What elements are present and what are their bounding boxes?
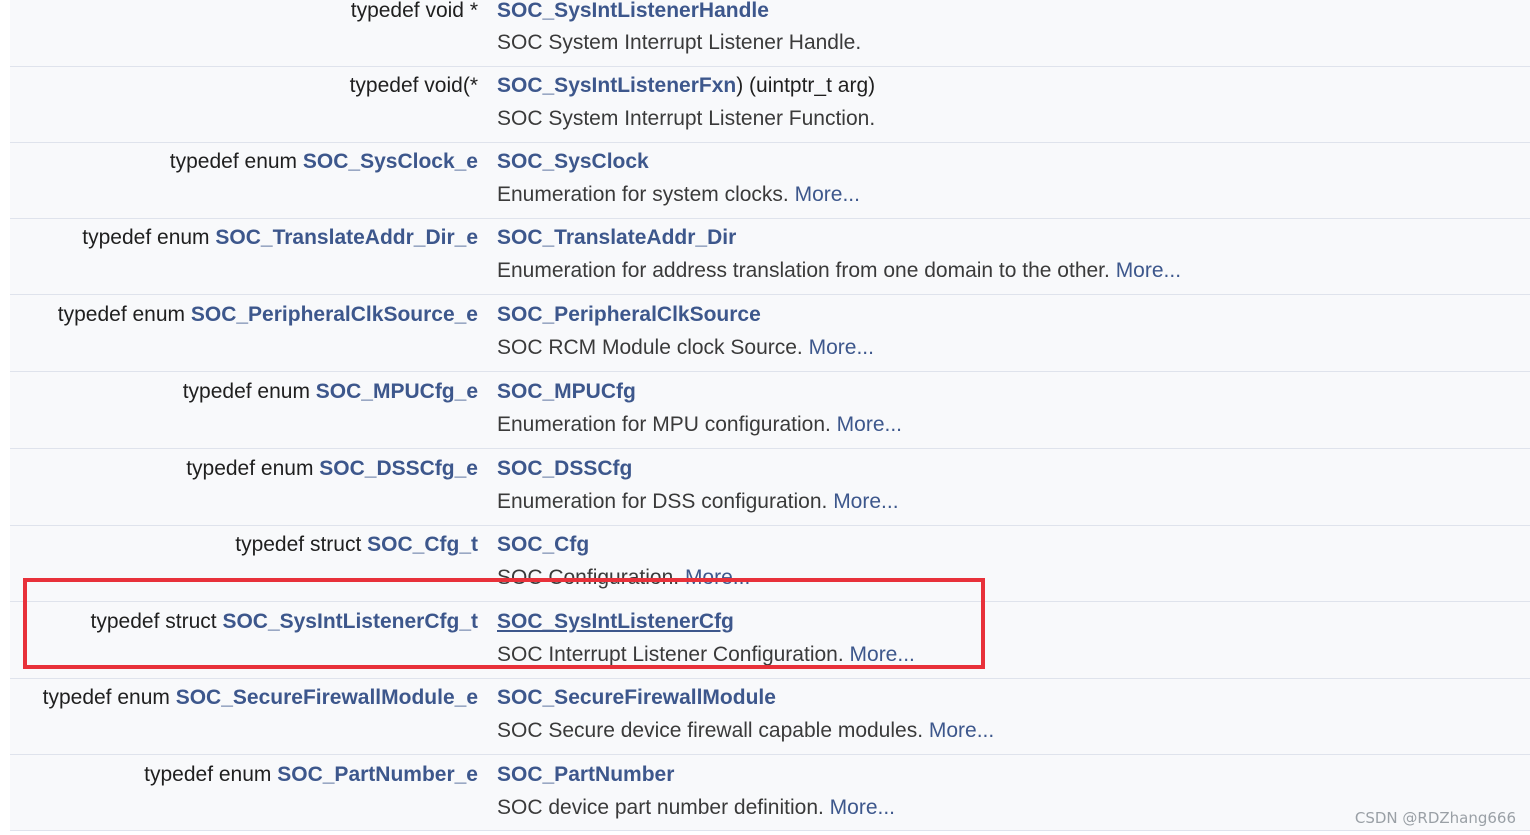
typedef-type-link[interactable]: SOC_PeripheralClkSource_e [191, 303, 478, 326]
member-line: SOC_SysIntListenerHandle [497, 0, 769, 24]
description-text: SOC System Interrupt Listener Function. [497, 107, 876, 130]
table-row: typedef void * SOC_SysIntListenerHandle … [10, 0, 1530, 67]
description-text: SOC Secure device firewall capable modul… [497, 719, 929, 742]
typedef-declaration: typedef enum SOC_TranslateAddr_Dir_e [82, 225, 478, 251]
table-row: typedef struct SOC_SysIntListenerCfg_t S… [10, 602, 1530, 679]
member-suffix: ) (uintptr_t arg) [736, 74, 876, 97]
description-text: Enumeration for address translation from… [497, 259, 1116, 282]
table-row: typedef enum SOC_PartNumber_e SOC_PartNu… [10, 755, 1530, 831]
typedef-prefix: typedef enum [57, 303, 191, 326]
typedef-prefix: typedef enum [169, 150, 303, 173]
member-description: Enumeration for DSS configuration. More.… [497, 489, 899, 515]
member-link[interactable]: SOC_SysIntListenerHandle [497, 0, 769, 22]
typedef-declaration: typedef void * [351, 0, 478, 24]
typedef-type-link[interactable]: SOC_SecureFirewallModule_e [176, 686, 478, 709]
description-text: Enumeration for DSS configuration. [497, 490, 834, 513]
typedef-prefix: typedef struct [90, 610, 223, 633]
description-text: SOC device part number definition. [497, 796, 830, 819]
description-text: Enumeration for MPU configuration. [497, 413, 837, 436]
member-line: SOC_MPUCfg [497, 379, 636, 405]
more-link[interactable]: More... [685, 566, 750, 589]
member-description: SOC Secure device firewall capable modul… [497, 718, 994, 744]
member-line: SOC_SecureFirewallModule [497, 685, 776, 711]
member-description: SOC RCM Module clock Source. More... [497, 335, 874, 361]
more-link[interactable]: More... [833, 490, 898, 513]
member-link[interactable]: SOC_DSSCfg [497, 457, 632, 480]
typedef-type-link[interactable]: SOC_Cfg_t [367, 533, 478, 556]
typedef-declaration: typedef void(* [350, 73, 478, 99]
table-row: typedef enum SOC_DSSCfg_e SOC_DSSCfg Enu… [10, 449, 1530, 526]
member-link[interactable]: SOC_SecureFirewallModule [497, 686, 776, 709]
typedef-declaration: typedef enum SOC_DSSCfg_e [186, 456, 478, 482]
description-text: SOC System Interrupt Listener Handle. [497, 31, 862, 54]
member-line: SOC_TranslateAddr_Dir [497, 225, 736, 251]
typedef-type-link[interactable]: SOC_SysClock_e [303, 150, 478, 173]
member-line: SOC_Cfg [497, 532, 589, 558]
typedef-type-link[interactable]: SOC_TranslateAddr_Dir_e [215, 226, 478, 249]
member-link[interactable]: SOC_TranslateAddr_Dir [497, 226, 736, 249]
member-link[interactable]: SOC_PartNumber [497, 763, 674, 786]
more-link[interactable]: More... [795, 183, 860, 206]
typedef-declaration: typedef enum SOC_SysClock_e [170, 149, 478, 175]
member-description: Enumeration for MPU configuration. More.… [497, 412, 902, 438]
typedef-prefix: typedef void(* [349, 74, 478, 97]
member-link[interactable]: SOC_SysIntListenerCfg [497, 610, 734, 633]
description-text: SOC Interrupt Listener Configuration. [497, 643, 850, 666]
description-text: SOC Configuration. [497, 566, 685, 589]
member-description: SOC device part number definition. More.… [497, 795, 895, 821]
doxygen-typedef-table: typedef void * SOC_SysIntListenerHandle … [0, 0, 1530, 835]
table-row: typedef enum SOC_PeripheralClkSource_e S… [10, 295, 1530, 372]
more-link[interactable]: More... [830, 796, 895, 819]
more-link[interactable]: More... [929, 719, 994, 742]
member-line: SOC_SysIntListenerFxn) (uintptr_t arg) [497, 73, 875, 99]
member-link[interactable]: SOC_Cfg [497, 533, 589, 556]
typedef-prefix: typedef enum [186, 457, 320, 480]
typedef-declaration: typedef enum SOC_PartNumber_e [144, 762, 478, 788]
more-link[interactable]: More... [850, 643, 915, 666]
member-description: SOC System Interrupt Listener Handle. [497, 30, 861, 56]
typedef-prefix: typedef enum [82, 226, 216, 249]
typedef-type-link[interactable]: SOC_SysIntListenerCfg_t [222, 610, 478, 633]
more-link[interactable]: More... [809, 336, 874, 359]
typedef-prefix: typedef enum [42, 686, 176, 709]
typedef-prefix: typedef struct [235, 533, 368, 556]
table-row: typedef enum SOC_SecureFirewallModule_e … [10, 679, 1530, 755]
typedef-declaration: typedef enum SOC_MPUCfg_e [183, 379, 478, 405]
more-link[interactable]: More... [1116, 259, 1181, 282]
member-link[interactable]: SOC_SysClock [497, 150, 649, 173]
member-description: Enumeration for system clocks. More... [497, 182, 860, 208]
typedef-type-link[interactable]: SOC_MPUCfg_e [316, 380, 478, 403]
table-row: typedef enum SOC_TranslateAddr_Dir_e SOC… [10, 219, 1530, 295]
member-line: SOC_SysClock [497, 149, 649, 175]
typedef-prefix: typedef enum [182, 380, 316, 403]
typedef-declaration: typedef enum SOC_PeripheralClkSource_e [58, 302, 478, 328]
member-line: SOC_PeripheralClkSource [497, 302, 761, 328]
member-link[interactable]: SOC_SysIntListenerFxn [497, 74, 736, 97]
description-text: SOC RCM Module clock Source. [497, 336, 809, 359]
table-row: typedef void(* SOC_SysIntListenerFxn) (u… [10, 67, 1530, 143]
member-description: SOC Configuration. More... [497, 565, 750, 591]
typedef-declaration: typedef struct SOC_SysIntListenerCfg_t [91, 609, 478, 635]
typedef-declaration: typedef enum SOC_SecureFirewallModule_e [43, 685, 478, 711]
member-description: SOC Interrupt Listener Configuration. Mo… [497, 642, 915, 668]
watermark: CSDN @RDZhang666 [1354, 809, 1516, 827]
typedef-type-link[interactable]: SOC_PartNumber_e [277, 763, 478, 786]
member-description: SOC System Interrupt Listener Function. [497, 106, 875, 132]
member-link[interactable]: SOC_PeripheralClkSource [497, 303, 761, 326]
more-link[interactable]: More... [837, 413, 902, 436]
typedef-prefix: typedef enum [144, 763, 278, 786]
table-row: typedef struct SOC_Cfg_t SOC_Cfg SOC Con… [10, 526, 1530, 602]
member-line: SOC_SysIntListenerCfg [497, 609, 734, 635]
member-line: SOC_DSSCfg [497, 456, 632, 482]
typedef-prefix: typedef void * [350, 0, 478, 22]
member-line: SOC_PartNumber [497, 762, 674, 788]
table-row: typedef enum SOC_SysClock_e SOC_SysClock… [10, 143, 1530, 219]
typedef-type-link[interactable]: SOC_DSSCfg_e [319, 457, 478, 480]
member-description: Enumeration for address translation from… [497, 258, 1181, 284]
typedef-declaration: typedef struct SOC_Cfg_t [235, 532, 478, 558]
table-row: typedef enum SOC_MPUCfg_e SOC_MPUCfg Enu… [10, 372, 1530, 449]
member-link[interactable]: SOC_MPUCfg [497, 380, 636, 403]
description-text: Enumeration for system clocks. [497, 183, 795, 206]
